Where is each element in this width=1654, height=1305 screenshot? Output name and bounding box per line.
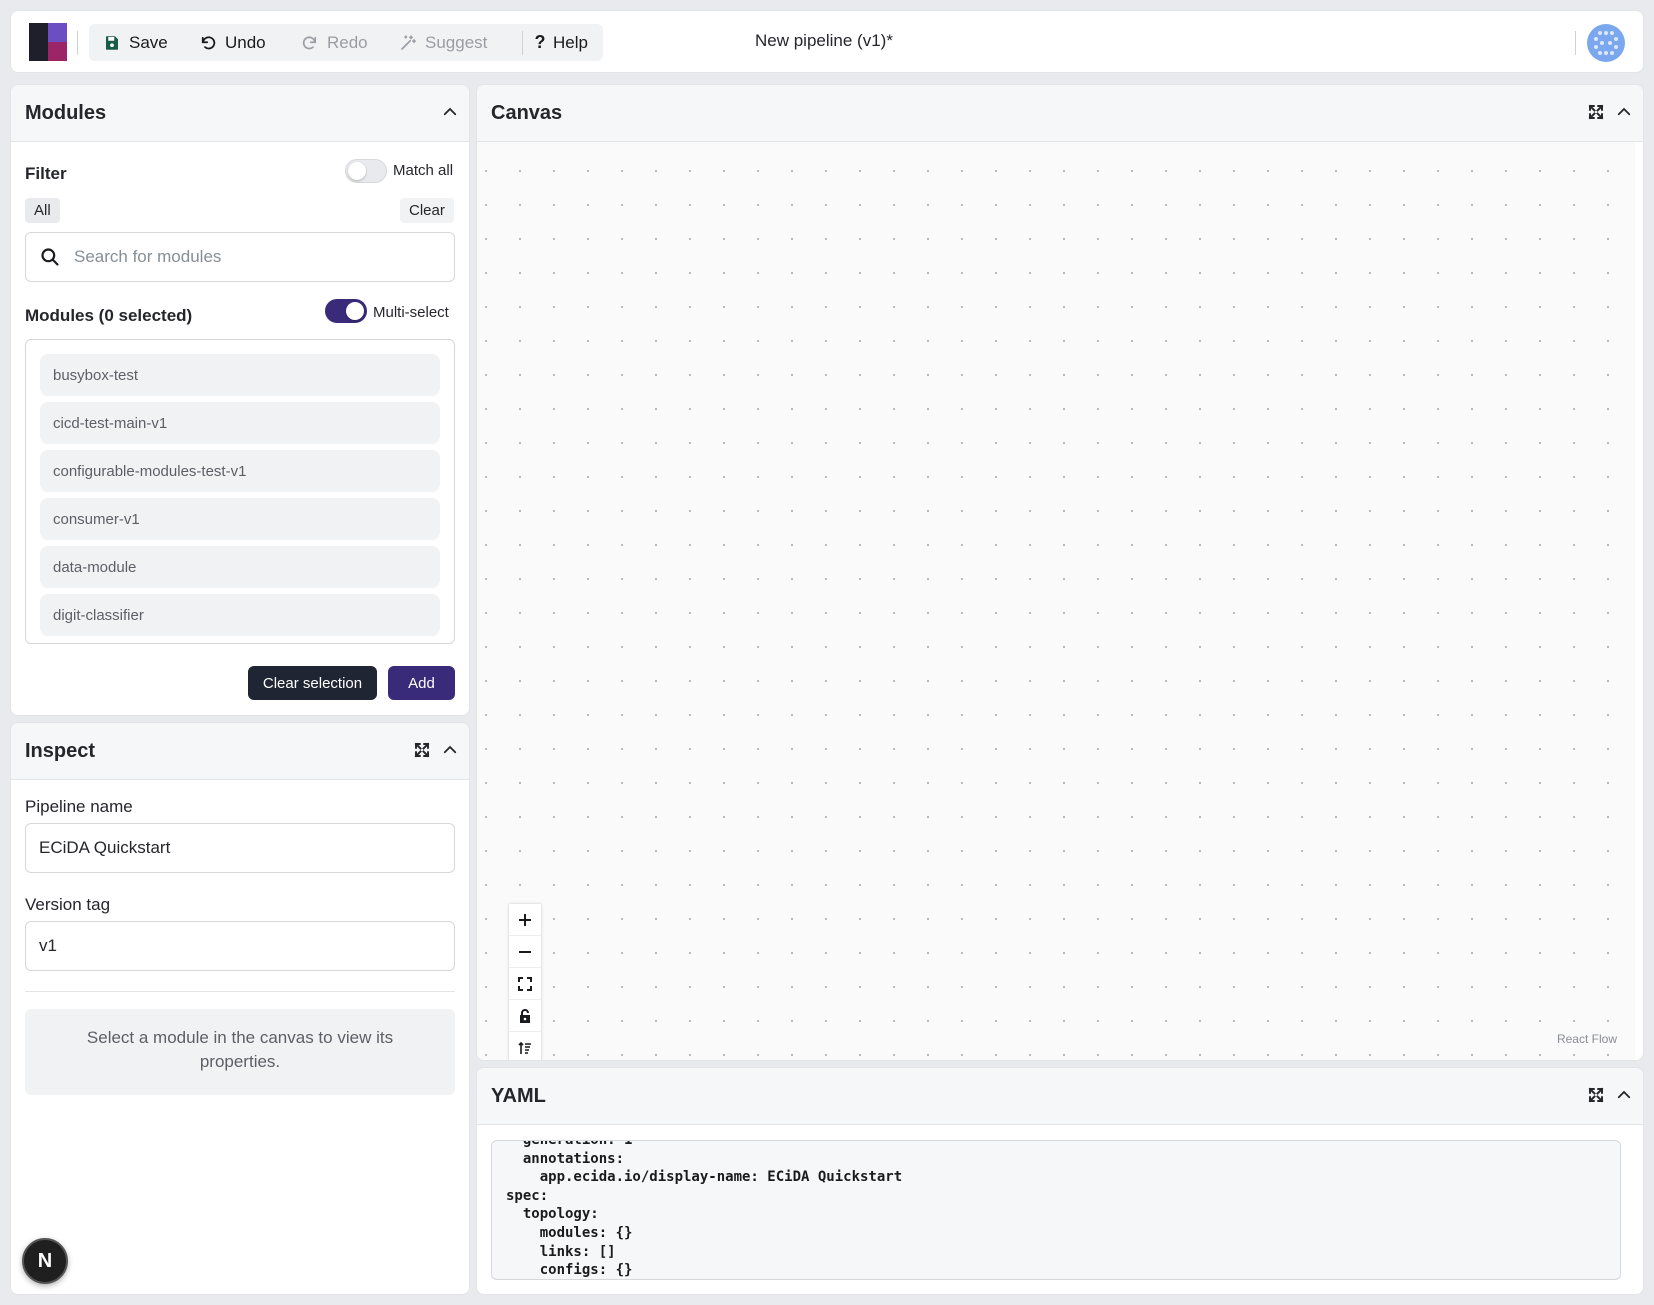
expand-icon[interactable] [1587,1086,1605,1104]
next-dev-badge[interactable]: N [22,1238,68,1284]
yaml-content: generation: 1 annotations: app.ecida.io/… [506,1140,903,1279]
zoom-in-icon[interactable] [509,904,541,936]
canvas-controls [509,904,541,1060]
match-all-toggle[interactable] [345,159,387,183]
lock-icon[interactable] [509,1000,541,1032]
yaml-panel-title: YAML [491,1084,546,1107]
avatar[interactable] [1586,23,1626,63]
inspect-panel: Inspect Pipeline name Version tag Select… [10,722,470,1295]
version-tag-input[interactable] [39,936,439,956]
suggest-button[interactable]: Suggest [399,24,487,61]
modules-panel-header: Modules [11,85,469,142]
modules-panel-title: Modules [25,101,107,124]
chevron-up-icon[interactable] [1615,1086,1633,1104]
inspect-panel-title: Inspect [25,739,96,762]
clear-selection-button[interactable]: Clear selection [248,666,377,700]
modules-panel: Modules Filter Match all All Clear Modul… [10,84,470,716]
inspect-panel-header: Inspect [11,723,469,780]
suggest-label: Suggest [425,32,488,52]
top-toolbar: Save Undo Redo Suggest ? Help New pipeli… [10,10,1644,73]
canvas-panel-title: Canvas [491,101,563,124]
module-list: busybox-test cicd-test-main-v1 configura… [25,339,455,644]
modules-list-title: Modules (0 selected) [25,306,193,325]
undo-arrow-icon [201,35,216,49]
undo-button[interactable]: Undo [199,24,266,61]
chevron-up-icon[interactable] [1615,103,1633,121]
filter-label: Filter [25,164,67,183]
magic-wand-icon [401,34,416,50]
chevron-up-icon[interactable] [441,741,459,759]
toolbar-divider [77,31,78,55]
help-button[interactable]: ? Help [533,24,588,61]
list-item[interactable]: digit-classifier [40,594,440,636]
undo-label: Undo [225,32,266,52]
search-input[interactable] [74,247,414,267]
canvas-panel-header: Canvas [477,85,1643,142]
yaml-panel: YAML generation: 1 annotations: app.ecid… [476,1067,1644,1295]
question-mark-icon: ? [534,32,546,52]
yaml-editor[interactable]: generation: 1 annotations: app.ecida.io/… [491,1140,1621,1280]
list-item[interactable]: data-module [40,546,440,588]
clear-filter-button[interactable]: Clear [400,198,454,223]
redo-label: Redo [327,32,368,52]
floppy-disk-icon [106,35,118,50]
list-item[interactable]: busybox-test [40,354,440,396]
module-search [25,232,455,282]
save-button[interactable]: Save [103,24,168,61]
list-item[interactable]: configurable-modules-test-v1 [40,450,440,492]
toolbar-actions: Save Undo Redo Suggest ? Help [89,24,603,61]
version-tag-field [25,921,455,971]
match-all-label: Match all [393,162,454,179]
divider [25,991,455,992]
redo-arrow-icon [302,35,317,49]
toolbar-divider [522,31,523,55]
save-label: Save [129,32,168,52]
list-item[interactable]: cicd-test-main-v1 [40,402,440,444]
toolbar-divider [1575,31,1576,55]
flow-canvas[interactable]: React Flow [477,142,1635,1060]
zoom-out-icon[interactable] [509,936,541,968]
react-flow-attribution[interactable]: React Flow [1557,1032,1617,1046]
expand-icon[interactable] [1587,103,1605,121]
layout-icon[interactable] [509,1032,541,1060]
pipeline-name-field [25,823,455,873]
version-tag-label: Version tag [25,895,111,914]
yaml-panel-header: YAML [477,1068,1643,1125]
add-button[interactable]: Add [388,666,455,700]
pipeline-name-input[interactable] [39,838,439,858]
list-item[interactable]: consumer-v1 [40,498,440,540]
canvas-panel: Canvas React Flow [476,84,1644,1061]
redo-button[interactable]: Redo [301,24,368,61]
search-icon [41,248,59,266]
filter-chip-all[interactable]: All [25,198,60,223]
expand-icon[interactable] [413,741,431,759]
inspect-hint: Select a module in the canvas to view it… [25,1009,455,1095]
help-label: Help [553,32,588,52]
app-logo[interactable] [29,23,67,61]
pipeline-name-label: Pipeline name [25,797,133,816]
fit-view-icon[interactable] [509,968,541,1000]
multi-select-toggle[interactable] [325,299,367,323]
chevron-up-icon[interactable] [441,103,459,121]
pipeline-title: New pipeline (v1)* [755,31,893,50]
multi-select-label: Multi-select [373,304,449,321]
